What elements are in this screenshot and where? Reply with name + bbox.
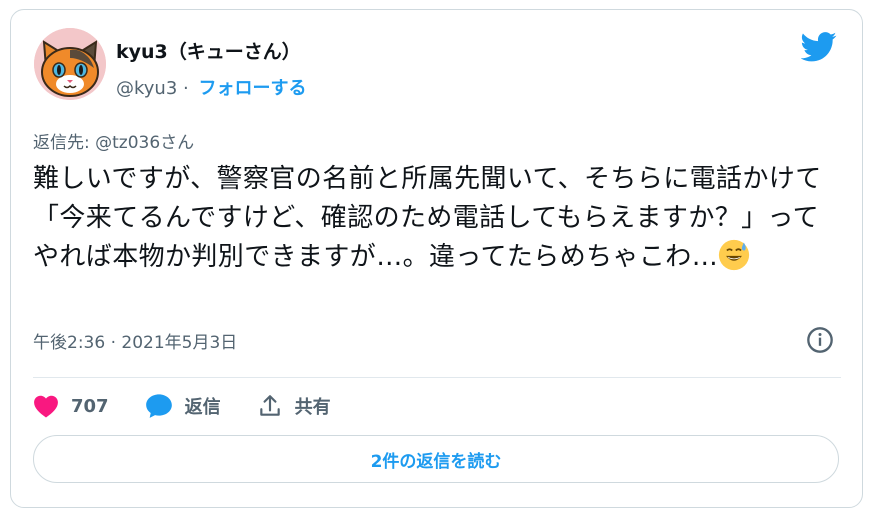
reply-button[interactable]: 返信 <box>145 393 221 419</box>
author-handle-row: @kyu3 · フォローする <box>116 74 307 100</box>
timestamp[interactable]: 午後2:36 · 2021年5月3日 <box>33 328 237 353</box>
grinning-face-with-sweat-icon <box>718 239 750 271</box>
heart-icon <box>34 395 58 418</box>
tweet-text-container: 難しいですが、警察官の名前と所属先聞いて、そちらに電話かけて「今来てるんですけど… <box>33 160 845 277</box>
tweet-text: 難しいですが、警察官の名前と所属先聞いて、そちらに電話かけて「今来てるんですけど… <box>33 164 822 272</box>
like-count: 707 <box>71 395 109 417</box>
author-display-name[interactable]: kyu3（キューさん） <box>116 37 301 64</box>
avatar[interactable] <box>34 28 106 100</box>
reply-to-line: 返信先: @tz036さん <box>33 128 194 153</box>
share-upload-icon <box>259 395 280 416</box>
author-handle[interactable]: @kyu3 <box>116 78 177 99</box>
share-label: 共有 <box>294 397 331 418</box>
action-bar: 707 返信 共有 <box>33 388 367 424</box>
twitter-bird-icon[interactable] <box>801 32 837 62</box>
divider <box>33 377 841 378</box>
follow-button[interactable]: フォローする <box>199 78 307 99</box>
share-button[interactable]: 共有 <box>257 393 331 419</box>
tweet-card: kyu3（キューさん） @kyu3 · フォローする 返信先: @tz036さん… <box>10 9 863 508</box>
reply-label: 返信 <box>184 397 221 418</box>
reply-to-mention[interactable]: @tz036さん <box>95 133 194 153</box>
reply-to-prefix: 返信先: <box>33 133 90 153</box>
like-button[interactable]: 707 <box>33 394 109 418</box>
speech-bubble-icon <box>145 394 172 418</box>
info-icon[interactable] <box>806 326 834 354</box>
cat-avatar-image <box>34 28 106 100</box>
separator-dot: · <box>183 78 189 99</box>
read-replies-button[interactable]: 2件の返信を読む <box>33 435 839 483</box>
